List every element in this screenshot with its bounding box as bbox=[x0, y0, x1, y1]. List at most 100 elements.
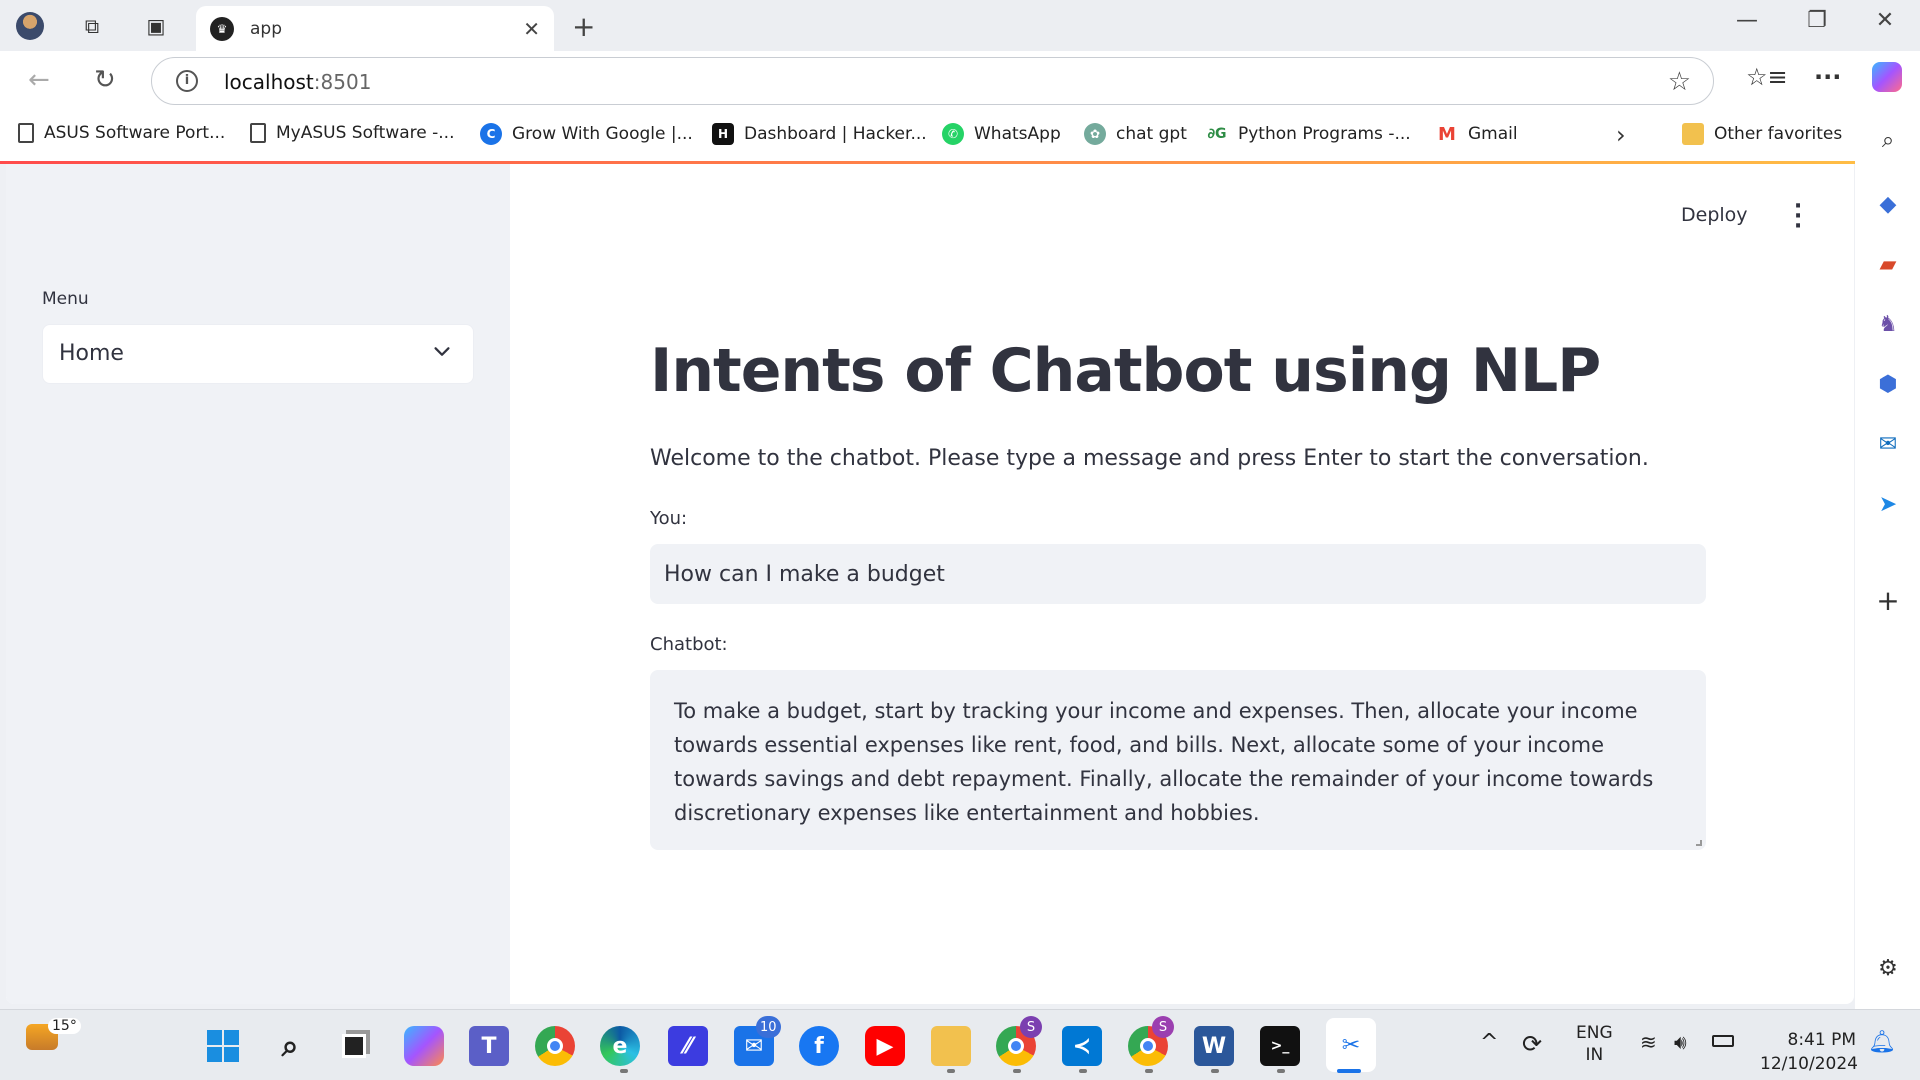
wifi-icon[interactable]: ≋ bbox=[1640, 1030, 1657, 1054]
streamlit-favicon-icon: ♛ bbox=[210, 17, 234, 41]
battery-icon[interactable] bbox=[1712, 1032, 1734, 1052]
main-menu-kebab-icon[interactable]: · · · bbox=[1791, 196, 1805, 238]
system-clock[interactable]: 8:41 PM 12/10/2024 bbox=[1760, 1028, 1858, 1076]
volume-icon[interactable]: 🔊︎ bbox=[1674, 1030, 1687, 1054]
tab-actions-icon[interactable]: ▣ bbox=[140, 10, 172, 42]
search-icon[interactable]: ⌕ bbox=[270, 1026, 310, 1066]
chatgpt-icon: ✿ bbox=[1084, 123, 1106, 145]
send-icon[interactable]: ➤ bbox=[1873, 489, 1903, 519]
folder-icon bbox=[1682, 123, 1704, 145]
favorite-whatsapp[interactable]: ✆ WhatsApp bbox=[942, 123, 1061, 145]
clock-date: 12/10/2024 bbox=[1760, 1054, 1858, 1074]
chrome-second-profile-badge: S bbox=[1152, 1016, 1174, 1038]
active-indicator bbox=[1337, 1069, 1361, 1073]
favorite-myasus-software[interactable]: MyASUS Software -... bbox=[250, 123, 454, 143]
user-message-input[interactable] bbox=[650, 544, 1706, 604]
search-icon[interactable]: ⌕ bbox=[1873, 125, 1903, 155]
task-view-icon[interactable] bbox=[334, 1026, 374, 1066]
games-icon[interactable]: ♞ bbox=[1873, 309, 1903, 339]
other-favorites[interactable]: Other favorites bbox=[1682, 123, 1842, 145]
vscode-icon[interactable]: ≺ bbox=[1062, 1026, 1102, 1066]
copilot-icon[interactable] bbox=[404, 1026, 444, 1066]
running-indicator bbox=[1145, 1069, 1153, 1073]
chatbot-response-textarea[interactable]: To make a budget, start by tracking your… bbox=[650, 670, 1706, 850]
reload-icon[interactable]: ↻ bbox=[94, 65, 116, 95]
running-indicator bbox=[1211, 1069, 1219, 1073]
show-hidden-icons-chevron-icon[interactable]: ^ bbox=[1480, 1030, 1498, 1055]
app-sidebar: Menu Home bbox=[6, 164, 510, 1004]
add-icon[interactable]: + bbox=[1873, 584, 1903, 617]
teams-icon[interactable]: T bbox=[469, 1026, 509, 1066]
youtube-icon[interactable]: ▶ bbox=[865, 1026, 905, 1066]
snipping-tool-icon[interactable]: ✂ bbox=[1326, 1018, 1376, 1072]
url-text: localhost:8501 bbox=[224, 70, 371, 94]
menu-label: Menu bbox=[42, 289, 89, 309]
facebook-icon[interactable]: f bbox=[799, 1026, 839, 1066]
address-bar[interactable]: i localhost:8501 ☆ bbox=[151, 57, 1714, 105]
page-title: Intents of Chatbot using NLP bbox=[650, 336, 1601, 406]
favorite-python-programs[interactable]: ∂G Python Programs -... bbox=[1206, 123, 1410, 145]
menu-select[interactable]: Home bbox=[42, 324, 474, 384]
terminal-icon[interactable]: >_ bbox=[1260, 1026, 1300, 1066]
minimize-icon[interactable]: — bbox=[1722, 8, 1772, 33]
site-info-icon[interactable]: i bbox=[176, 70, 198, 92]
file-explorer-icon[interactable] bbox=[931, 1026, 971, 1066]
whatsapp-icon: ✆ bbox=[942, 123, 964, 145]
back-icon[interactable]: ← bbox=[28, 65, 50, 95]
running-indicator bbox=[620, 1069, 628, 1073]
zoho-icon[interactable]: ⁄⁄ bbox=[668, 1026, 708, 1066]
outlook-icon[interactable]: ✉ bbox=[1873, 429, 1903, 459]
workspaces-icon[interactable]: ⧉ bbox=[76, 10, 108, 42]
favorites-icon[interactable]: ☆≡ bbox=[1746, 63, 1788, 91]
close-window-icon[interactable]: ✕ bbox=[1860, 8, 1910, 33]
close-tab-icon[interactable]: ✕ bbox=[523, 17, 540, 41]
hackerrank-icon: H bbox=[712, 123, 734, 145]
mail-unread-badge: 10 bbox=[756, 1016, 781, 1038]
lang-bottom: IN bbox=[1585, 1045, 1604, 1065]
shopping-tag-icon[interactable]: ◆ bbox=[1873, 189, 1903, 219]
temperature: 15° bbox=[48, 1018, 81, 1034]
google-c-icon: C bbox=[480, 123, 502, 145]
chrome-profile-badge: S bbox=[1020, 1016, 1042, 1038]
url-port: :8501 bbox=[313, 70, 372, 94]
profile-avatar[interactable] bbox=[14, 10, 46, 42]
weather-widget[interactable]: 15° bbox=[26, 1018, 81, 1050]
running-indicator bbox=[1079, 1069, 1087, 1073]
chrome-icon[interactable] bbox=[535, 1026, 575, 1066]
browser-tab-strip: ⧉ ▣ ♛ app ✕ + — ❐ ✕ bbox=[0, 0, 1920, 52]
favorite-asus-software-portal[interactable]: ASUS Software Port... bbox=[18, 123, 225, 143]
edge-icon[interactable]: e bbox=[600, 1026, 640, 1066]
word-icon[interactable]: W bbox=[1194, 1026, 1234, 1066]
notifications-bell-icon[interactable]: 🔔︎ bbox=[1868, 1030, 1896, 1055]
page-icon bbox=[250, 123, 266, 143]
tools-briefcase-icon[interactable]: ▰ bbox=[1873, 249, 1903, 279]
resize-handle-icon[interactable] bbox=[1696, 840, 1702, 846]
menu-selected-value: Home bbox=[59, 341, 124, 366]
browser-tab-app[interactable]: ♛ app ✕ bbox=[196, 6, 554, 52]
favorite-star-icon[interactable]: ☆ bbox=[1668, 67, 1691, 97]
clock-time: 8:41 PM bbox=[1787, 1030, 1857, 1050]
chevron-right-icon[interactable]: › bbox=[1616, 121, 1626, 149]
new-tab-icon[interactable]: + bbox=[572, 10, 595, 43]
lang-top: ENG bbox=[1576, 1023, 1613, 1043]
chatbot-label: Chatbot: bbox=[650, 634, 728, 655]
favorite-chat-gpt[interactable]: ✿ chat gpt bbox=[1084, 123, 1187, 145]
gfg-icon: ∂G bbox=[1207, 126, 1227, 142]
microsoft-365-icon[interactable]: ⬢ bbox=[1873, 369, 1903, 399]
more-menu-icon[interactable]: ··· bbox=[1814, 63, 1841, 91]
favorite-grow-with-google[interactable]: C Grow With Google |... bbox=[480, 123, 693, 145]
deploy-button[interactable]: Deploy bbox=[1681, 204, 1748, 226]
running-indicator bbox=[1013, 1069, 1021, 1073]
restore-icon[interactable]: ❐ bbox=[1792, 8, 1842, 33]
url-host: localhost bbox=[224, 70, 314, 94]
favorite-hackerrank-dashboard[interactable]: H Dashboard | Hacker... bbox=[712, 123, 927, 145]
streamlit-app: Menu Home Deploy · · · Intents of Chatbot … bbox=[6, 164, 1854, 1004]
running-indicator bbox=[1277, 1069, 1285, 1073]
copilot-icon[interactable] bbox=[1872, 62, 1902, 98]
sync-icon[interactable]: ⟳ bbox=[1522, 1030, 1542, 1058]
gmail-icon: M bbox=[1438, 123, 1456, 145]
start-windows-icon[interactable] bbox=[203, 1026, 243, 1066]
favorite-gmail[interactable]: M Gmail bbox=[1436, 123, 1518, 145]
language-indicator[interactable]: ENG IN bbox=[1576, 1022, 1613, 1066]
settings-gear-icon[interactable]: ⚙ bbox=[1873, 953, 1903, 983]
